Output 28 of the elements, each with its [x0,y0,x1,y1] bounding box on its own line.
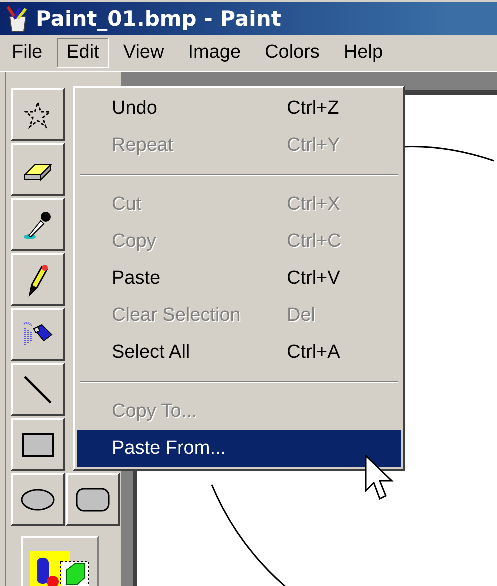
menu-item[interactable]: Paste Ctrl+V [77,260,401,297]
tool-button[interactable] [66,473,120,526]
transparency-option-button[interactable] [21,536,99,586]
tool-button[interactable] [11,253,65,306]
rectangle-icon [22,432,54,456]
menu-bar-item[interactable]: Edit [56,38,110,68]
menu-item[interactable]: Undo Ctrl+Z [77,90,401,127]
window-title: Paint_01.bmp - Paint [36,6,282,30]
menu-item[interactable]: Select All Ctrl+A [77,334,401,371]
tool-button[interactable] [11,143,65,196]
pencil-icon [26,262,50,296]
menu-bar-item[interactable]: View [113,38,174,68]
menu-bar-item[interactable]: File [2,38,53,68]
tool-button[interactable] [11,473,65,526]
tool-button[interactable] [11,363,65,416]
line-icon [23,374,53,404]
menu-item[interactable]: Paste From... [77,430,401,467]
ellipse-icon [21,488,55,510]
rounded-rectangle-icon [76,488,110,512]
tool-button[interactable] [11,88,65,141]
menu-bar-item[interactable]: Colors [255,38,330,68]
opaque-shapes-icon [29,550,91,586]
star-select-icon [24,100,52,128]
menu-bar-item[interactable]: Image [178,38,252,68]
tool-button[interactable] [11,198,65,251]
tool-button[interactable] [11,418,65,471]
menu-bar-item[interactable]: Help [334,38,394,68]
tool-button[interactable] [11,308,65,361]
